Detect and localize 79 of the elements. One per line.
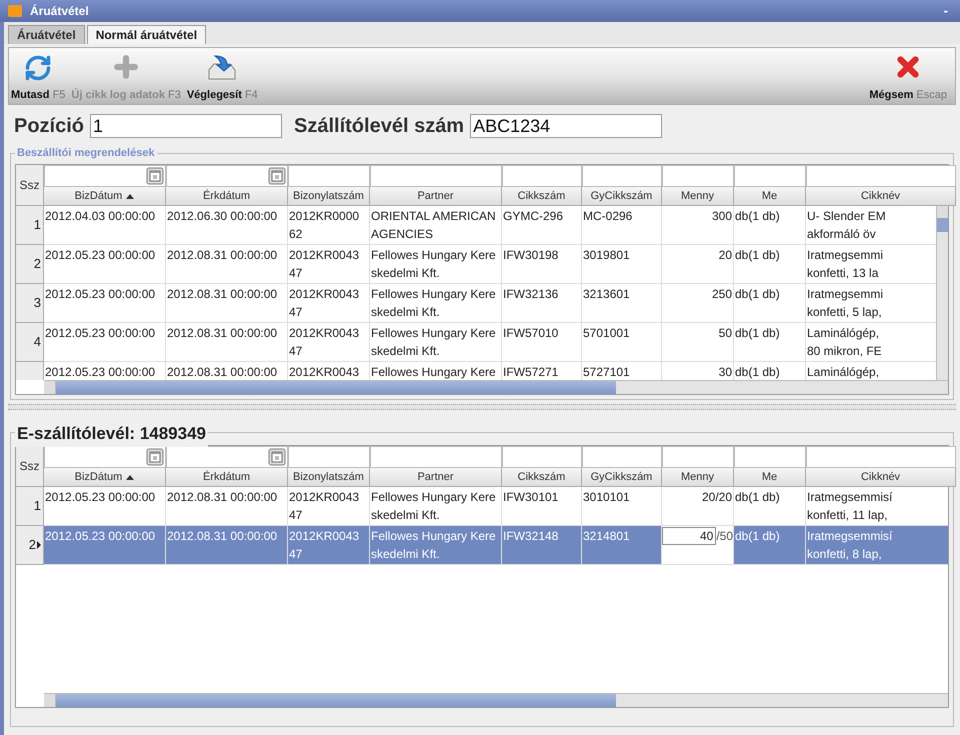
table-cell: 2012KR0043 47 xyxy=(288,526,370,565)
column-header[interactable]: BizDátum xyxy=(44,187,166,206)
quantity-input[interactable]: 40 xyxy=(662,527,716,545)
filter-field[interactable] xyxy=(44,446,166,468)
calendar-icon[interactable] xyxy=(146,167,164,185)
column-header[interactable]: Partner xyxy=(370,468,502,487)
column-header[interactable]: Bizonylatszám xyxy=(288,468,370,487)
tab[interactable]: Áruátvétel xyxy=(8,25,85,44)
input-field[interactable]: 1 xyxy=(90,114,282,138)
column-header[interactable]: Cikknév xyxy=(806,187,956,206)
column-header[interactable]: Érkdátum xyxy=(166,187,288,206)
table-row[interactable]: 1 2012.05.23 00:00:00 2012.08.31 00:00:00 2012KR0043 47 Fellowes Hungary Kere skedelmi Kft. IFW30101 3010101 20/20 db(1 db) Iratmegsemmisí konfetti, 11 lap, xyxy=(16,487,948,526)
sort-up-icon xyxy=(126,194,134,198)
filter-field[interactable] xyxy=(662,165,734,187)
filter-field[interactable] xyxy=(166,165,288,187)
table-cell: Fellowes Hungary Kere skedelmi Kft. xyxy=(370,526,502,565)
horizontal-scrollbar[interactable] xyxy=(44,380,948,394)
window-title: Áruátvétel xyxy=(30,3,89,20)
filter-field[interactable] xyxy=(502,446,582,468)
row-number: 2 xyxy=(28,536,36,554)
toolbar-button[interactable]: Mégsem Escap xyxy=(869,52,947,104)
current-row-icon xyxy=(37,541,41,549)
filter-field[interactable] xyxy=(734,446,806,468)
row-number: 1 xyxy=(34,497,41,516)
column-header[interactable]: Partner xyxy=(370,187,502,206)
tray-arrow-icon xyxy=(206,54,238,82)
calendar-icon[interactable] xyxy=(268,167,286,185)
column-header[interactable]: GyCikkszám xyxy=(582,187,662,206)
refresh-icon xyxy=(24,54,52,82)
column-header[interactable]: GyCikkszám xyxy=(582,468,662,487)
filter-field[interactable] xyxy=(288,446,370,468)
filter-field[interactable] xyxy=(166,446,288,468)
table-cell: IFW32148 xyxy=(502,526,582,565)
filter-field[interactable] xyxy=(734,165,806,187)
row-number: 2 xyxy=(34,255,41,274)
tab[interactable]: Normál áruátvétel xyxy=(86,25,206,44)
toolbar-button[interactable]: Mutasd F5 xyxy=(11,54,66,104)
column-header[interactable]: Me xyxy=(734,468,806,487)
filter-field[interactable] xyxy=(370,165,502,187)
group-title: Beszállítói megrendelések xyxy=(15,145,157,162)
filter-field[interactable] xyxy=(582,165,662,187)
calendar-icon[interactable] xyxy=(268,448,286,466)
filter-field[interactable] xyxy=(662,446,734,468)
table-cell: db(1 db) xyxy=(734,526,806,565)
filter-field[interactable] xyxy=(370,446,502,468)
table-row[interactable]: 2 2012.05.23 00:00:00 2012.08.31 00:00:00 2012KR0043 47 Fellowes Hungary Kere skedelmi Kft. IFW32148 3214801 40 /50 db(1 db) Iratmegsemmisí konfetti, 8 lap, xyxy=(16,526,948,565)
column-header[interactable]: Me xyxy=(734,187,806,206)
sort-up-icon xyxy=(126,474,134,480)
horizontal-scrollbar[interactable] xyxy=(44,693,948,707)
filter-field[interactable] xyxy=(806,446,956,468)
vertical-scrollbar[interactable] xyxy=(936,206,948,380)
column-header[interactable]: Menny xyxy=(662,468,734,487)
splitter[interactable] xyxy=(8,404,956,410)
input-field[interactable]: ABC1234 xyxy=(470,114,662,138)
row-number: 4 xyxy=(34,333,41,352)
table-cell: Iratmegsemmisí konfetti, 8 lap, xyxy=(806,526,948,565)
field-label: Szállítólevél szám xyxy=(294,114,464,139)
quantity-total: /50 xyxy=(716,528,733,545)
column-header[interactable]: Menny xyxy=(662,187,734,206)
toolbar-button[interactable]: Véglegesít F4 xyxy=(186,54,258,104)
minimize-button[interactable]: - xyxy=(940,1,952,21)
column-header[interactable]: Cikkszám xyxy=(502,468,582,487)
row-number: 3 xyxy=(34,294,41,312)
filter-field[interactable] xyxy=(288,165,370,187)
filter-field[interactable] xyxy=(502,165,582,187)
table-cell: 2012.08.31 00:00:00 xyxy=(166,526,288,565)
table-cell: 2012.05.23 00:00:00 xyxy=(44,526,166,565)
column-header[interactable]: Cikknév xyxy=(806,468,956,487)
filter-field[interactable] xyxy=(806,165,956,187)
row-number: 1 xyxy=(34,216,41,234)
column-header[interactable]: Cikkszám xyxy=(502,187,582,206)
field-label: Pozíció xyxy=(14,114,84,139)
calendar-icon[interactable] xyxy=(146,448,164,466)
app-logo-icon xyxy=(8,5,22,17)
filter-field[interactable] xyxy=(44,165,166,187)
column-header[interactable]: BizDátum xyxy=(44,468,166,487)
filter-field[interactable] xyxy=(582,446,662,468)
column-header[interactable]: Érkdátum xyxy=(166,468,288,487)
column-header[interactable]: Bizonylatszám xyxy=(288,187,370,206)
